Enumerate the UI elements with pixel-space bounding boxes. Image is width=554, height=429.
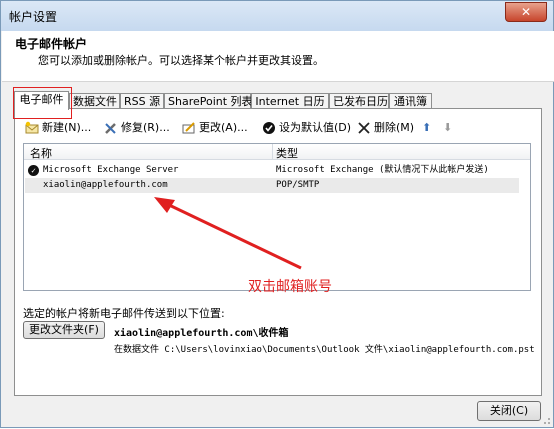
repair-button[interactable]: 修复(R)...: [104, 120, 170, 136]
tab-sharepoint[interactable]: SharePoint 列表: [164, 93, 253, 108]
column-header-name[interactable]: 名称: [30, 145, 52, 161]
set-default-button[interactable]: 设为默认值(D): [262, 120, 351, 136]
delete-x-icon: [358, 122, 370, 134]
resize-grip-icon[interactable]: [541, 415, 551, 425]
tab-data-files[interactable]: 数据文件: [69, 93, 120, 108]
window-close-button[interactable]: ✕: [505, 2, 547, 22]
tab-address-book[interactable]: 通讯簿: [389, 93, 432, 108]
column-header-type[interactable]: 类型: [276, 145, 298, 161]
change-settings-icon: [182, 122, 195, 134]
default-check-icon: [263, 122, 275, 134]
list-header: 名称 类型: [24, 144, 530, 160]
tab-published-calendar[interactable]: 已发布日历: [329, 93, 389, 108]
change-folder-button[interactable]: 更改文件夹(F): [23, 321, 105, 339]
page-title: 电子邮件帐户: [15, 37, 88, 51]
new-button[interactable]: 新建(N)...: [25, 120, 91, 136]
set-default-button-label: 设为默认值(D): [279, 121, 352, 134]
account-type: POP/SMTP: [276, 180, 320, 190]
move-down-arrow-icon[interactable]: ⬇: [443, 120, 452, 136]
page-subtitle: 您可以添加或删除帐户。可以选择某个帐户并更改其设置。: [38, 54, 324, 67]
header-panel: 电子邮件帐户 您可以添加或删除帐户。可以选择某个帐户并更改其设置。: [2, 31, 554, 82]
default-account-check-icon: ✓: [28, 165, 39, 176]
tab-internet-calendar[interactable]: Internet 日历: [251, 93, 329, 108]
list-item[interactable]: ✓ Microsoft Exchange Server Microsoft Ex…: [25, 163, 519, 178]
window-title: 帐户设置: [9, 10, 58, 24]
delivery-location-label: 选定的帐户将新电子邮件传送到以下位置:: [23, 307, 225, 320]
account-name: xiaolin@applefourth.com: [43, 180, 168, 190]
title-bar: 帐户设置 ✕: [1, 1, 553, 31]
change-button[interactable]: 更改(A)...: [182, 120, 248, 136]
move-up-arrow-icon[interactable]: ⬆: [422, 120, 431, 136]
list-item[interactable]: xiaolin@applefourth.com POP/SMTP: [25, 178, 519, 193]
annotation-text: 双击邮箱账号: [248, 279, 332, 295]
remove-button[interactable]: 删除(M): [357, 120, 414, 136]
repair-button-label: 修复(R)...: [121, 121, 170, 134]
highlight-box: [13, 87, 72, 119]
account-list: 名称 类型 ✓ Microsoft Exchange Server Micros…: [23, 143, 531, 291]
new-mail-icon: [25, 121, 39, 134]
change-button-label: 更改(A)...: [199, 121, 248, 134]
close-button[interactable]: 关闭(C): [477, 401, 541, 421]
repair-tools-icon: [105, 123, 116, 134]
new-button-label: 新建(N)...: [42, 121, 92, 134]
data-file-path: 在数据文件 C:\Users\lovinxiao\Documents\Outlo…: [114, 345, 535, 355]
column-divider: [272, 144, 273, 159]
account-settings-window: 帐户设置 ✕ 电子邮件帐户 您可以添加或删除帐户。可以选择某个帐户并更改其设置。…: [0, 0, 554, 428]
account-name: Microsoft Exchange Server: [43, 165, 179, 175]
remove-button-label: 删除(M): [374, 121, 415, 134]
account-type: Microsoft Exchange (默认情况下从此帐户发送): [276, 165, 489, 175]
inbox-path: xiaolin@applefourth.com\收件箱: [114, 328, 289, 339]
tab-rss[interactable]: RSS 源: [120, 93, 164, 108]
